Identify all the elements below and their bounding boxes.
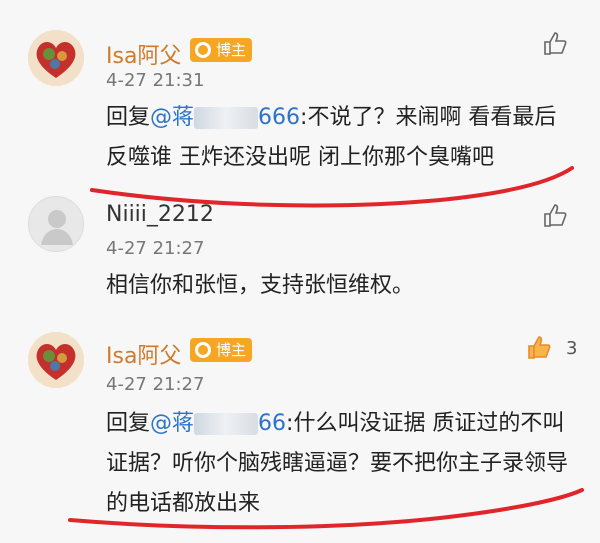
annotation-underline-1: [90, 166, 574, 208]
annotation-underlines: [68, 166, 584, 530]
annotation-underline-2: [68, 488, 584, 530]
